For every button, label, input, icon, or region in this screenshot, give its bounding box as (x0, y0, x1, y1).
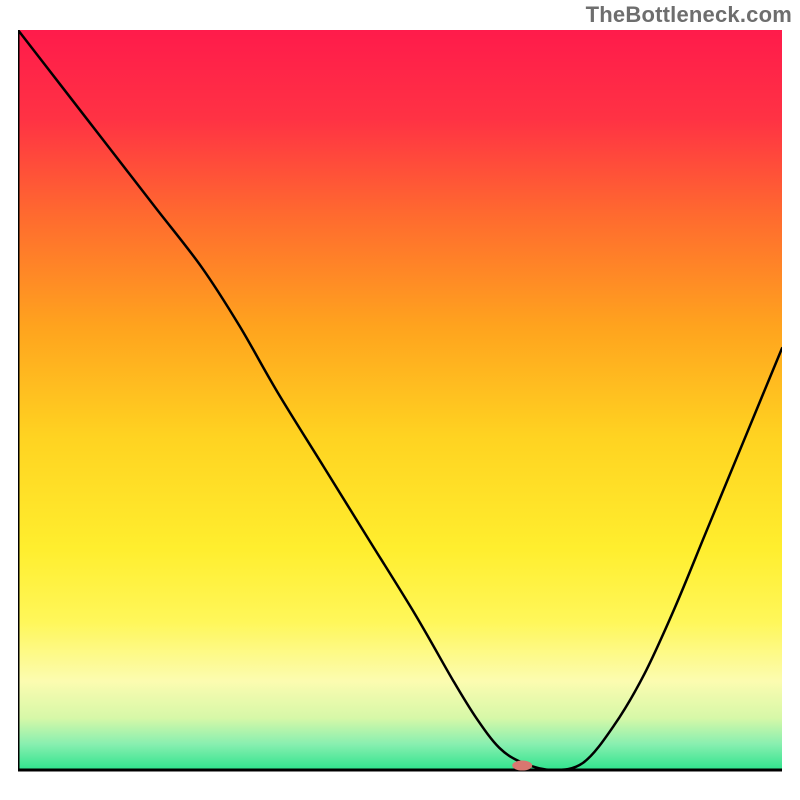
optimal-point-marker (512, 761, 532, 771)
gradient-background (18, 30, 782, 770)
chart-container: TheBottleneck.com (0, 0, 800, 800)
watermark-text: TheBottleneck.com (586, 2, 792, 28)
plot-area (18, 30, 782, 784)
bottleneck-chart (18, 30, 782, 784)
